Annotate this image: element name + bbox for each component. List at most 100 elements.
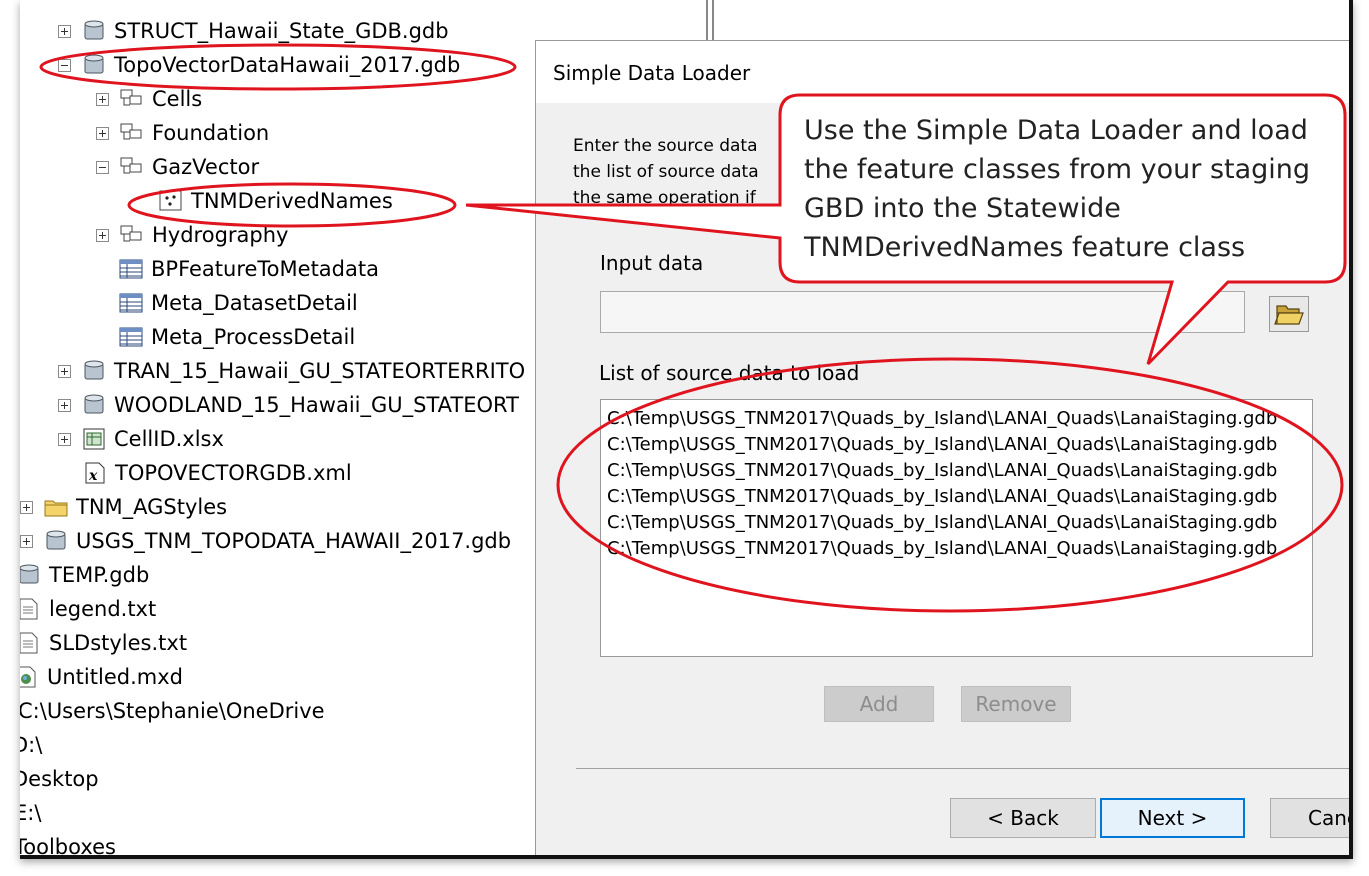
geodatabase-icon (20, 564, 39, 584)
tree-item[interactable]: E:\ (20, 798, 41, 828)
map-document-icon (20, 665, 40, 689)
geodatabase-icon (43, 529, 69, 553)
tree-item[interactable]: USGS_TNM_TOPODATA_HAWAII_2017.gdb (20, 526, 511, 556)
callout-box: Use the Simple Data Loader and load the … (780, 95, 1345, 367)
tree-item[interactable]: TNM_AGStyles (20, 492, 227, 522)
source-data-list[interactable]: C:\Temp\USGS_TNM2017\Quads_by_Island\LAN… (600, 399, 1313, 657)
list-item[interactable]: C:\Temp\USGS_TNM2017\Quads_by_Island\LAN… (601, 458, 1312, 484)
tree-item[interactable]: Hydrography (96, 220, 288, 250)
tree-item-label: Foundation (152, 121, 270, 145)
expand-icon[interactable] (58, 432, 71, 446)
tree-item[interactable]: STRUCT_Hawaii_State_GDB.gdb (58, 16, 449, 46)
feature-dataset-icon (120, 89, 142, 106)
expand-icon[interactable] (96, 126, 109, 140)
expand-icon[interactable] (20, 500, 33, 514)
dialog-instructions: Enter the source data the list of source… (573, 136, 759, 208)
feature-dataset-icon (120, 123, 142, 140)
point-feature-class-icon (159, 190, 182, 211)
table-icon (119, 327, 143, 347)
collapse-icon[interactable] (58, 58, 71, 72)
list-item[interactable]: C:\Temp\USGS_TNM2017\Quads_by_Island\LAN… (601, 510, 1312, 536)
feature-dataset-icon (119, 121, 145, 145)
tree-item[interactable]: Meta_DatasetDetail (118, 288, 358, 318)
expand-icon[interactable] (58, 364, 71, 378)
geodatabase-icon (84, 360, 104, 380)
back-button[interactable]: < Back (950, 798, 1096, 838)
folder-icon (43, 495, 69, 519)
expand-icon[interactable] (58, 24, 71, 38)
list-item[interactable]: C:\Temp\USGS_TNM2017\Quads_by_Island\LAN… (601, 406, 1312, 432)
tree-item-label: GazVector (152, 155, 260, 179)
tree-item-label: TNMDerivedNames (191, 189, 393, 213)
next-button[interactable]: Next > (1100, 798, 1245, 838)
map-document-icon (20, 666, 36, 688)
tree-item-label: TNM_AGStyles (76, 495, 228, 519)
tree-item[interactable]: TEMP.gdb (20, 560, 149, 590)
tree-item-label: Untitled.mxd (47, 665, 183, 689)
list-item[interactable]: C:\Temp\USGS_TNM2017\Quads_by_Island\LAN… (601, 432, 1312, 458)
expand-icon[interactable] (20, 534, 33, 548)
tree-item[interactable]: Cells (96, 84, 202, 114)
tree-item[interactable]: TopoVectorDataHawaii_2017.gdb (58, 50, 460, 80)
text-file-icon (20, 598, 38, 620)
geodatabase-icon (84, 54, 104, 74)
callout-text: Use the Simple Data Loader and load the … (804, 115, 1311, 263)
tree-item[interactable]: legend.txt (20, 594, 156, 624)
folder-icon (44, 500, 68, 517)
list-item[interactable]: C:\Temp\USGS_TNM2017\Quads_by_Island\LAN… (601, 536, 1312, 562)
tree-item[interactable]: CellID.xlsx (58, 424, 224, 454)
tree-item[interactable]: Meta_ProcessDetail (118, 322, 355, 352)
geodatabase-icon (20, 563, 42, 587)
tree-item[interactable]: Untitled.mxd (20, 662, 183, 692)
geodatabase-icon (84, 20, 104, 40)
pane-splitter[interactable] (682, 0, 718, 40)
tree-item[interactable]: D:\ (20, 730, 42, 760)
list-item[interactable]: C:\Temp\USGS_TNM2017\Quads_by_Island\LAN… (601, 484, 1312, 510)
tree-item-label: legend.txt (49, 597, 157, 621)
remove-button[interactable]: Remove (961, 686, 1071, 722)
add-button[interactable]: Add (824, 686, 934, 722)
dialog-header: Simple Data Loader (536, 41, 1349, 103)
table-icon (118, 325, 144, 349)
expand-icon[interactable] (58, 398, 71, 412)
tree-item-label: C:\Users\Stephanie\OneDrive (20, 699, 325, 723)
feature-dataset-icon (119, 223, 145, 247)
geodatabase-icon (81, 53, 107, 77)
tree-item[interactable]: SLDstyles.txt (20, 628, 187, 658)
tree-item-label: CellID.xlsx (114, 427, 224, 451)
table-icon (119, 293, 143, 313)
tree-item-label: BPFeatureToMetadata (151, 257, 379, 281)
tree-item[interactable]: TRAN_15_Hawaii_GU_STATEORTERRITO (58, 356, 525, 386)
tree-item[interactable]: Toolboxes (20, 832, 116, 855)
feature-dataset-icon (120, 225, 142, 242)
tree-item[interactable]: BPFeatureToMetadata (118, 254, 379, 284)
collapse-icon[interactable] (96, 160, 109, 174)
excel-file-icon (83, 428, 105, 450)
tree-item-label: Hydrography (152, 223, 289, 247)
table-icon (118, 257, 144, 281)
geodatabase-icon (81, 359, 107, 383)
tree-item-label: TopoVectorDataHawaii_2017.gdb (114, 53, 461, 77)
tree-item[interactable]: WOODLAND_15_Hawaii_GU_STATEORT (58, 390, 519, 420)
tree-item[interactable]: Foundation (96, 118, 269, 148)
tree-item[interactable]: GazVector (96, 152, 259, 182)
excel-file-icon (81, 427, 107, 451)
tree-item-label: TEMP.gdb (49, 563, 150, 587)
catalog-tree[interactable]: STRUCT_Hawaii_State_GDB.gdb TopoVectorDat… (20, 0, 535, 855)
expand-icon[interactable] (96, 228, 109, 242)
tree-item[interactable]: C:\Users\Stephanie\OneDrive (20, 696, 325, 726)
geodatabase-icon (84, 394, 104, 414)
tree-item-label: Cells (152, 87, 203, 111)
xml-file-icon: x (85, 462, 105, 484)
tree-item-label: Toolboxes (20, 835, 116, 855)
tree-item[interactable]: TNMDerivedNames (158, 186, 393, 216)
expand-icon[interactable] (96, 92, 109, 106)
svg-text:x: x (88, 468, 98, 484)
text-file-icon (20, 632, 38, 654)
tree-item[interactable]: Desktop (20, 764, 99, 794)
cancel-button[interactable]: Cancel (1270, 798, 1349, 838)
table-icon (119, 259, 143, 279)
feature-dataset-icon (119, 87, 145, 111)
text-file-icon (20, 597, 42, 621)
tree-item[interactable]: x TOPOVECTORGDB.xml (82, 458, 352, 488)
